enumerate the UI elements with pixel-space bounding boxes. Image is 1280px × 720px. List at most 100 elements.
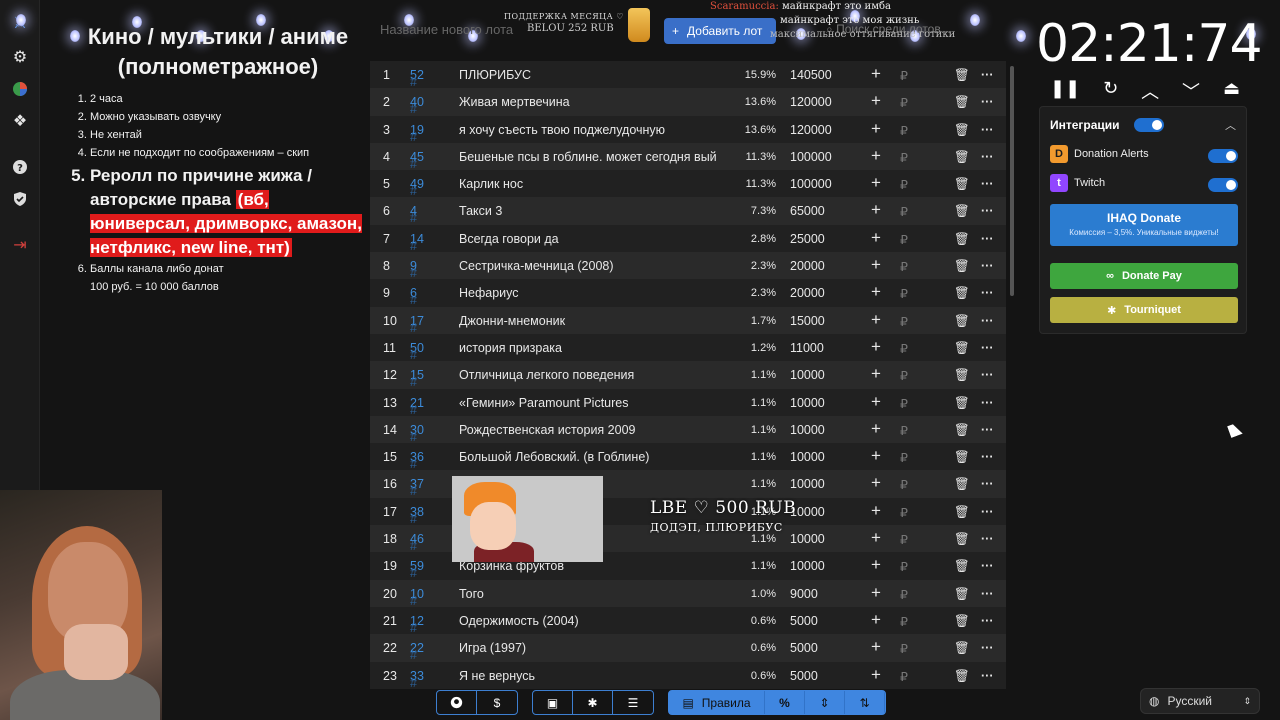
trash-icon[interactable]: 🗑 <box>954 286 970 301</box>
table-row[interactable]: #17 10 Джонни-мнемоник 1.7% 15000 + ₽ 🗑 ··· <box>370 306 1006 335</box>
more-icon[interactable]: ··· <box>981 587 994 601</box>
lot-name[interactable]: Одержимость (2004) <box>459 614 729 628</box>
lot-amount[interactable]: 15000 <box>790 314 825 328</box>
lot-amount[interactable]: 5000 <box>790 614 818 628</box>
table-row[interactable]: #49 5 Карлик нос 11.3% 100000 + ₽ 🗑 ··· <box>370 170 1006 198</box>
add-amount-icon[interactable]: + <box>871 228 881 248</box>
lot-amount[interactable]: 25000 <box>790 232 825 246</box>
dollar-icon[interactable]: $ <box>477 691 517 714</box>
lot-amount[interactable]: 140500 <box>790 68 832 82</box>
lot-amount[interactable]: 9000 <box>790 587 818 601</box>
trash-icon[interactable]: 🗑 <box>954 532 970 547</box>
add-amount-icon[interactable]: + <box>871 583 881 603</box>
trash-icon[interactable]: 🗑 <box>954 204 970 219</box>
lot-id[interactable]: #37 <box>410 477 424 498</box>
lot-id[interactable]: #40 <box>410 95 424 116</box>
more-icon[interactable]: ··· <box>981 95 994 109</box>
lot-id[interactable]: #49 <box>410 177 424 198</box>
add-amount-icon[interactable]: + <box>871 282 881 302</box>
add-amount-icon[interactable]: + <box>871 91 881 111</box>
chevron-up-icon[interactable]: ︿ <box>1141 78 1159 104</box>
lot-name[interactable]: Живая мертвечина <box>459 95 729 109</box>
add-amount-icon[interactable]: + <box>871 119 881 139</box>
more-icon[interactable]: ··· <box>981 477 994 491</box>
table-row[interactable]: #6 9 Нефариус 2.3% 20000 + ₽ 🗑 ··· <box>370 279 1006 307</box>
table-row[interactable]: #9 8 Сестричка-мечница (2008) 2.3% 20000 + ₽ 🗑 ·… <box>370 252 1006 280</box>
lot-amount[interactable]: 10000 <box>790 559 825 573</box>
more-icon[interactable]: ··· <box>981 368 994 382</box>
table-row[interactable]: #21 13 «Гемини» Paramount Pictures 1.1% 1000… <box>370 388 1006 417</box>
add-amount-icon[interactable]: + <box>871 364 881 384</box>
collapse-icon[interactable]: ︿ <box>1225 117 1236 133</box>
more-icon[interactable]: ··· <box>981 259 994 273</box>
add-amount-icon[interactable]: + <box>871 200 881 220</box>
reset-icon[interactable]: ↻ <box>1103 78 1118 104</box>
lot-name[interactable]: Джонни-мнемоник <box>459 314 729 328</box>
lot-amount[interactable]: 100000 <box>790 177 832 191</box>
lot-amount[interactable]: 20000 <box>790 286 825 300</box>
lot-name[interactable]: Нефариус <box>459 286 729 300</box>
more-icon[interactable]: ··· <box>981 232 994 246</box>
table-row[interactable]: #36 15 Большой Лебовский. (в Гоблине) 1.1% 1… <box>370 443 1006 471</box>
table-row[interactable]: #22 22 Игра (1997) 0.6% 5000 + ₽ 🗑 ··· <box>370 634 1006 662</box>
trash-icon[interactable]: 🗑 <box>954 669 970 684</box>
lot-id[interactable]: #52 <box>410 68 424 89</box>
trash-icon[interactable]: 🗑 <box>954 396 970 411</box>
trash-icon[interactable]: 🗑 <box>954 477 970 492</box>
more-icon[interactable]: ··· <box>981 286 994 300</box>
lot-id[interactable]: #59 <box>410 559 424 580</box>
lot-amount[interactable]: 5000 <box>790 641 818 655</box>
twitch-toggle[interactable] <box>1208 178 1238 192</box>
add-amount-icon[interactable]: + <box>871 337 881 357</box>
percent-toggle[interactable]: % <box>765 691 805 714</box>
lot-amount[interactable]: 10000 <box>790 477 825 491</box>
lot-amount[interactable]: 120000 <box>790 95 832 109</box>
lot-id[interactable]: #15 <box>410 368 424 389</box>
tourniquet-button[interactable]: ✱ Tourniquet <box>1050 297 1238 323</box>
trash-icon[interactable]: 🗑 <box>954 123 970 138</box>
trash-icon[interactable]: 🗑 <box>954 259 970 274</box>
logout-icon[interactable]: ⇥ <box>9 234 31 256</box>
lot-id[interactable]: #19 <box>410 123 424 144</box>
new-lot-input[interactable]: Название нового лота <box>380 22 513 37</box>
more-icon[interactable]: ··· <box>981 177 994 191</box>
add-amount-icon[interactable]: + <box>871 610 881 630</box>
more-icon[interactable]: ··· <box>981 532 994 546</box>
lot-name[interactable]: Всегда говори да <box>459 232 729 246</box>
more-icon[interactable]: ··· <box>981 423 994 437</box>
lot-id[interactable]: #22 <box>410 641 424 662</box>
lot-name[interactable]: Карлик нос <box>459 177 729 191</box>
donation-alerts-toggle[interactable] <box>1208 149 1238 163</box>
trash-icon[interactable]: 🗑 <box>954 423 970 438</box>
lot-amount[interactable]: 10000 <box>790 368 825 382</box>
lot-id[interactable]: #33 <box>410 669 424 690</box>
table-row[interactable]: #19 3 я хочу съесть твою поджелудочную 13.6… <box>370 115 1006 144</box>
more-icon[interactable]: ··· <box>981 669 994 683</box>
lot-id[interactable]: #17 <box>410 314 424 335</box>
save-icon[interactable]: ▣ <box>533 691 573 714</box>
add-amount-icon[interactable]: + <box>871 473 881 493</box>
lot-name[interactable]: ПЛЮРИБУС <box>459 68 729 82</box>
lot-name[interactable]: я хочу съесть твою поджелудочную <box>459 123 729 137</box>
lot-amount[interactable]: 65000 <box>790 204 825 218</box>
more-icon[interactable]: ··· <box>981 68 994 82</box>
more-icon[interactable]: ··· <box>981 396 994 410</box>
lot-name[interactable]: Игра (1997) <box>459 641 729 655</box>
table-row[interactable]: #10 20 Того 1.0% 9000 + ₽ 🗑 ··· <box>370 579 1006 608</box>
merge-icon[interactable]: ⇕ <box>805 691 845 714</box>
more-icon[interactable]: ··· <box>981 204 994 218</box>
lot-amount[interactable]: 100000 <box>790 150 832 164</box>
trash-icon[interactable]: 🗑 <box>954 177 970 192</box>
bug-icon[interactable]: ✱ <box>573 691 613 714</box>
table-row[interactable]: #50 11 история призрака 1.2% 11000 + ₽ 🗑 ··· <box>370 333 1006 362</box>
trash-icon[interactable]: 🗑 <box>954 450 970 465</box>
more-icon[interactable]: ··· <box>981 341 994 355</box>
pie-chart-icon[interactable] <box>9 78 31 100</box>
more-icon[interactable]: ··· <box>981 641 994 655</box>
trash-icon[interactable]: 🗑 <box>954 587 970 602</box>
more-icon[interactable]: ··· <box>981 314 994 328</box>
lot-amount[interactable]: 120000 <box>790 123 832 137</box>
add-amount-icon[interactable]: + <box>871 555 881 575</box>
table-row[interactable]: #12 21 Одержимость (2004) 0.6% 5000 + ₽ 🗑 ··· <box>370 606 1006 635</box>
clear-list-icon[interactable]: ☰ <box>613 691 653 714</box>
